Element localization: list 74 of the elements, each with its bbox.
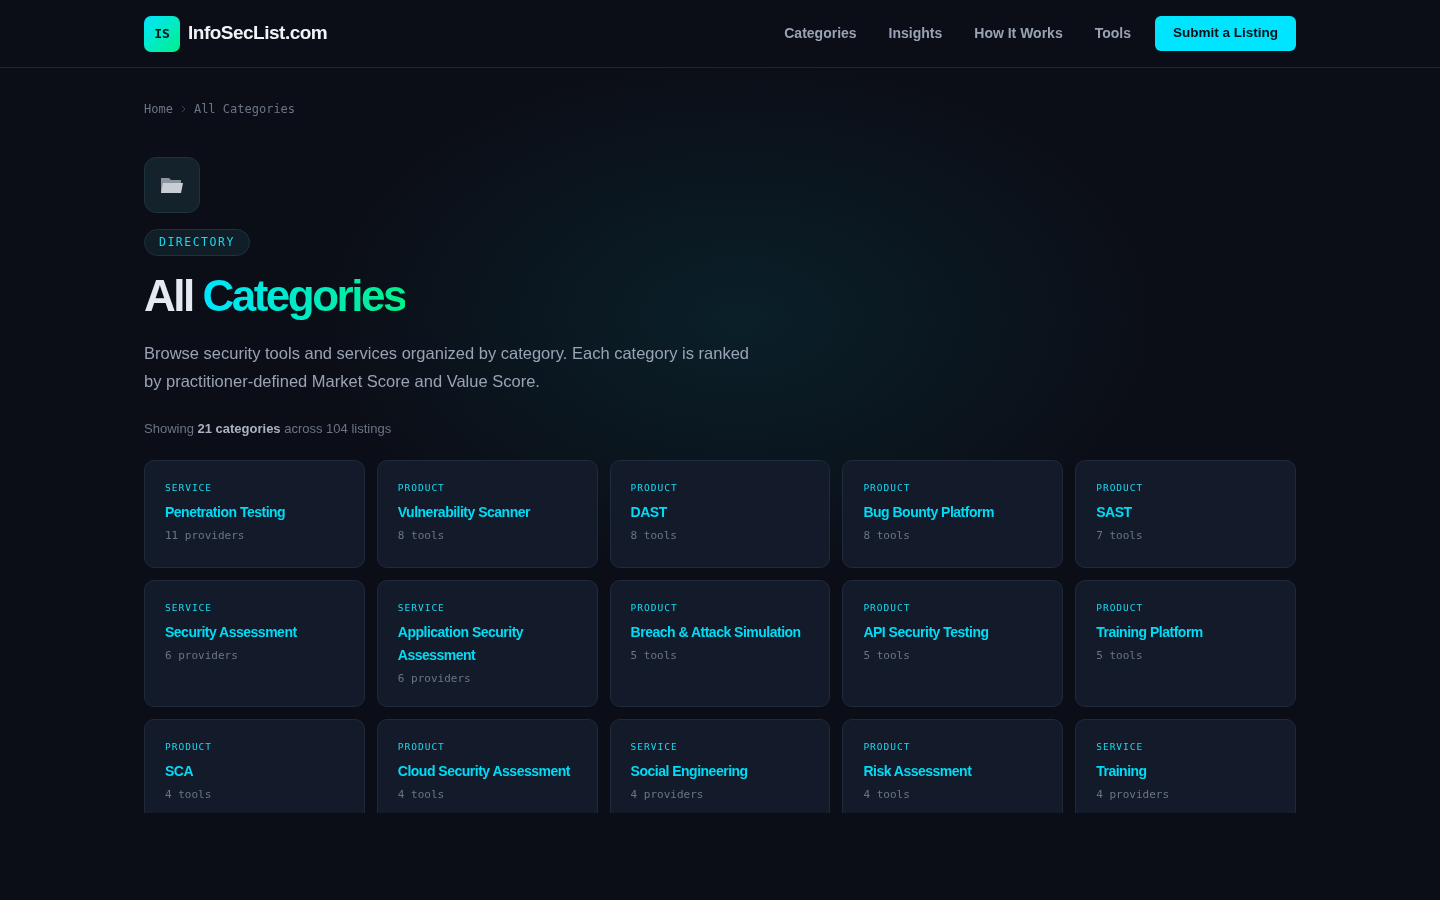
category-type: SERVICE: [165, 481, 214, 496]
submit-listing-button[interactable]: Submit a Listing: [1155, 16, 1296, 51]
page-description: Browse security tools and services organized by category. Each category is ranked by practitioner-defined Market Score and Value Score.: [144, 342, 750, 392]
category-name: Risk Assessment: [863, 762, 973, 782]
category-count: 4 providers: [1096, 787, 1171, 803]
category-name: API Security Testing: [863, 623, 990, 643]
category-type: PRODUCT: [863, 740, 912, 755]
category-name: Application Security Assessment: [397, 623, 525, 666]
category-name: Penetration Testing: [165, 503, 287, 523]
category-card[interactable]: PRODUCT DAST 8 tools: [609, 460, 831, 569]
category-card[interactable]: SERVICE Social Engineering 4 providers: [609, 719, 831, 814]
category-type: PRODUCT: [165, 740, 214, 755]
chevron-icon: [180, 105, 186, 113]
logo-icon[interactable]: IS: [144, 15, 180, 52]
category-name: SCA: [165, 762, 195, 782]
category-count: 8 tools: [397, 528, 446, 544]
breadcrumb-link[interactable]: All Categories: [193, 100, 296, 118]
category-type: SERVICE: [630, 740, 679, 755]
category-card[interactable]: SERVICE Training 4 providers: [1075, 719, 1296, 814]
category-count: 7 tools: [1096, 528, 1144, 544]
category-card[interactable]: SERVICE Penetration Testing 11 providers: [144, 460, 365, 569]
category-name: Social Engineering: [630, 762, 749, 782]
category-name: DAST: [630, 503, 669, 523]
category-card[interactable]: PRODUCT Vulnerability Scanner 8 tools: [376, 460, 598, 569]
nav-link[interactable]: Tools: [1094, 23, 1131, 44]
folder-icon: [160, 175, 184, 195]
category-card[interactable]: PRODUCT Bug Bounty Platform 8 tools: [842, 460, 1064, 569]
nav-link[interactable]: How It Works: [974, 23, 1063, 44]
category-count: 6 providers: [397, 671, 472, 687]
category-type: SERVICE: [165, 601, 214, 616]
category-name: Bug Bounty Platform: [863, 503, 995, 523]
category-type: PRODUCT: [397, 481, 446, 496]
category-type: PRODUCT: [1096, 481, 1145, 496]
category-count: 5 tools: [863, 648, 911, 664]
category-count: 8 tools: [863, 528, 911, 544]
category-name: Training: [1096, 762, 1148, 782]
site-name[interactable]: InfoSecList.com: [188, 19, 328, 48]
category-card[interactable]: SERVICE Application Security Assessment 6 providers: [376, 580, 598, 708]
category-card[interactable]: PRODUCT Cloud Security Assessment 4 tools: [376, 719, 598, 814]
category-name: SAST: [1096, 503, 1133, 523]
category-name: Security Assessment: [165, 623, 298, 643]
category-count: 4 tools: [863, 787, 911, 803]
category-card[interactable]: PRODUCT SAST 7 tools: [1075, 460, 1296, 569]
results-summary: Showing 21 categories across 104 listings: [144, 419, 393, 438]
category-count: 8 tools: [630, 528, 678, 544]
category-type: SERVICE: [397, 601, 446, 616]
category-type: PRODUCT: [863, 601, 912, 616]
category-card[interactable]: PRODUCT API Security Testing 5 tools: [842, 580, 1064, 708]
category-name: Cloud Security Assessment: [397, 762, 572, 782]
category-count: 6 providers: [165, 648, 239, 664]
category-count: 5 tools: [1096, 648, 1144, 664]
category-card[interactable]: PRODUCT Training Platform 5 tools: [1075, 580, 1296, 708]
category-count: 4 tools: [165, 787, 213, 803]
category-type: PRODUCT: [863, 481, 912, 496]
category-card[interactable]: SERVICE Security Assessment 6 providers: [144, 580, 365, 708]
category-type: PRODUCT: [1096, 601, 1145, 616]
category-count: 11 providers: [165, 528, 246, 544]
category-type: SERVICE: [1096, 740, 1145, 755]
category-card[interactable]: PRODUCT Breach & Attack Simulation 5 tools: [609, 580, 831, 708]
breadcrumb-link[interactable]: Home: [144, 100, 173, 118]
category-type: PRODUCT: [630, 601, 679, 616]
category-count: 4 providers: [630, 787, 705, 803]
category-card[interactable]: PRODUCT Risk Assessment 4 tools: [842, 719, 1064, 814]
directory-badge: DIRECTORY: [144, 229, 250, 257]
category-name: Training Platform: [1096, 623, 1204, 643]
category-count: 5 tools: [630, 648, 678, 664]
category-type: PRODUCT: [630, 481, 679, 496]
category-name: Vulnerability Scanner: [397, 503, 532, 523]
category-card[interactable]: PRODUCT SCA 4 tools: [144, 719, 365, 814]
category-name: Breach & Attack Simulation: [630, 623, 802, 643]
nav-link[interactable]: Insights: [888, 23, 943, 44]
nav-link[interactable]: Categories: [784, 23, 857, 44]
category-type: PRODUCT: [397, 740, 446, 755]
category-count: 4 tools: [397, 787, 446, 803]
